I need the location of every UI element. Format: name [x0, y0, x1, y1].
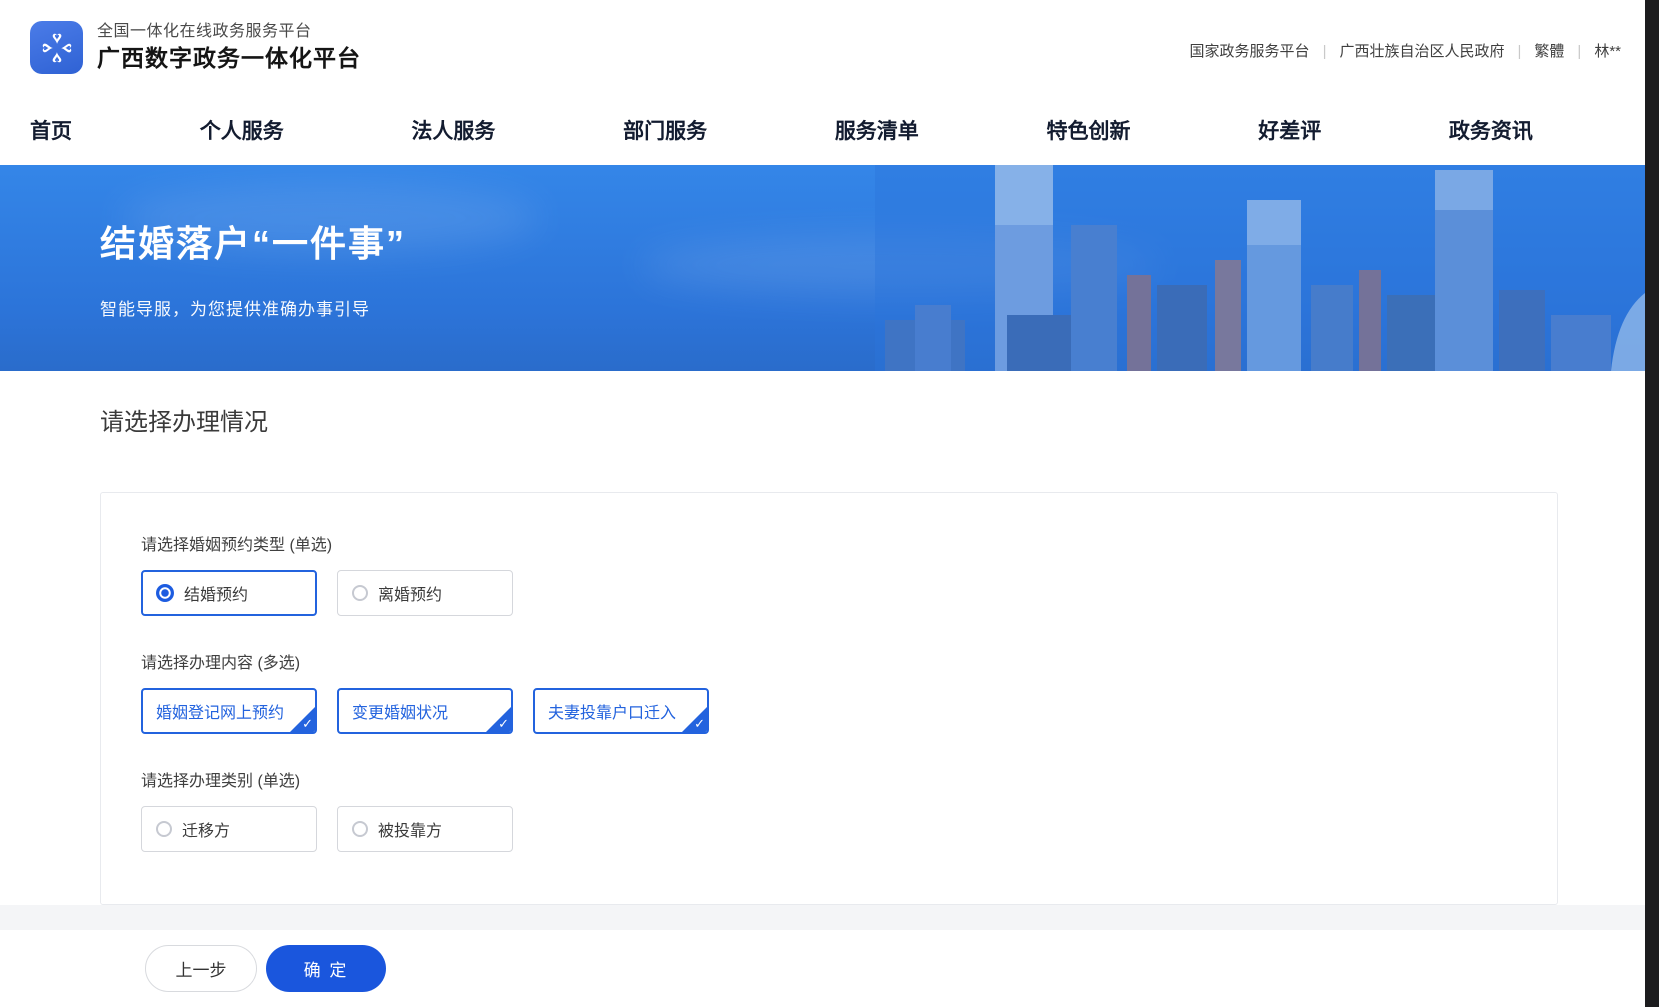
form-group-1: 请选择办理内容 (多选) 婚姻登记网上预约 ✓ 变更婚姻状况 ✓ 夫妻投靠户口迁入 ✓: [141, 649, 1517, 734]
checkbox-option[interactable]: 变更婚姻状况 ✓: [337, 688, 513, 734]
city-skyline-image: [875, 165, 1645, 371]
radio-option[interactable]: 结婚预约: [141, 570, 317, 616]
nav-item-1[interactable]: 个人服务: [200, 115, 284, 145]
top-link-1[interactable]: 广西壮族自治区人民政府: [1339, 43, 1504, 60]
group-label: 请选择婚姻预约类型 (单选): [141, 531, 1517, 555]
option-label: 迁移方: [182, 817, 230, 841]
form-group-0: 请选择婚姻预约类型 (单选) 结婚预约 离婚预约: [141, 531, 1517, 616]
previous-step-button[interactable]: 上一步: [145, 945, 257, 992]
group-label: 请选择办理内容 (多选): [141, 649, 1517, 673]
option-label: 结婚预约: [184, 581, 248, 605]
option-label: 离婚预约: [378, 581, 442, 605]
banner-text: 结婚落户“一件事” 智能导服，为您提供准确办事引导: [100, 215, 406, 320]
checkbox-option[interactable]: 婚姻登记网上预约 ✓: [141, 688, 317, 734]
svg-text:♥: ♥: [41, 45, 50, 50]
top-link-2[interactable]: 繁體: [1534, 43, 1564, 60]
svg-text:♥: ♥: [54, 54, 59, 63]
radio-selected-icon: [156, 584, 174, 602]
option-label: 被投靠方: [378, 817, 442, 841]
user-name-link[interactable]: 林**: [1594, 43, 1621, 60]
radio-option[interactable]: 被投靠方: [337, 806, 513, 852]
nav-item-4[interactable]: 服务清单: [835, 115, 919, 145]
options-row: 迁移方 被投靠方: [141, 806, 1517, 852]
confirm-button[interactable]: 确 定: [266, 945, 386, 992]
banner: 结婚落户“一件事” 智能导服，为您提供准确办事引导: [0, 165, 1645, 371]
brand[interactable]: ♥ ♥ ♥ ♥ ♥ ♥ ♥ ♥ 全国一体化在线政务服务平台 广西数字政务一体化平…: [30, 21, 361, 74]
section-heading: 请选择办理情况: [100, 402, 268, 437]
section-divider: [0, 905, 1645, 930]
banner-title: 结婚落户“一件事”: [100, 215, 406, 267]
radio-unselected-icon: [352, 821, 368, 837]
radio-unselected-icon: [352, 585, 368, 601]
link-separator: |: [1504, 43, 1534, 60]
svg-text:♥: ♥: [54, 32, 59, 41]
check-icon: ✓: [694, 716, 705, 732]
nav-item-6[interactable]: 好差评: [1258, 115, 1321, 145]
radio-option[interactable]: 迁移方: [141, 806, 317, 852]
options-row: 婚姻登记网上预约 ✓ 变更婚姻状况 ✓ 夫妻投靠户口迁入 ✓: [141, 688, 1517, 734]
brand-text: 全国一体化在线政务服务平台 广西数字政务一体化平台: [97, 23, 361, 72]
main-nav: 首页 个人服务 法人服务 部门服务 服务清单 特色创新 好差评 政务资讯: [0, 95, 1645, 165]
nav-item-2[interactable]: 法人服务: [411, 115, 495, 145]
radio-unselected-icon: [156, 821, 172, 837]
check-icon: ✓: [302, 716, 313, 732]
link-separator: |: [1310, 43, 1340, 60]
checkbox-option[interactable]: 夫妻投靠户口迁入 ✓: [533, 688, 709, 734]
nav-item-5[interactable]: 特色创新: [1047, 115, 1131, 145]
nav-item-3[interactable]: 部门服务: [623, 115, 707, 145]
top-link-0[interactable]: 国家政务服务平台: [1190, 43, 1310, 60]
link-separator: |: [1564, 43, 1594, 60]
group-label: 请选择办理类别 (单选): [141, 767, 1517, 791]
options-row: 结婚预约 离婚预约: [141, 570, 1517, 616]
platform-logo-icon: ♥ ♥ ♥ ♥ ♥ ♥ ♥ ♥: [30, 21, 83, 74]
form-group-2: 请选择办理类别 (单选) 迁移方 被投靠方: [141, 767, 1517, 852]
option-label: 变更婚姻状况: [352, 699, 448, 723]
check-icon: ✓: [498, 716, 509, 732]
option-label: 夫妻投靠户口迁入: [548, 699, 676, 723]
radio-option[interactable]: 离婚预约: [337, 570, 513, 616]
top-links: 国家政务服务平台|广西壮族自治区人民政府|繁體|林**: [1190, 40, 1621, 61]
banner-subtitle: 智能导服，为您提供准确办事引导: [100, 295, 406, 320]
svg-text:♥: ♥: [63, 45, 72, 50]
platform-name: 广西数字政务一体化平台: [97, 45, 361, 71]
selection-card: 请选择婚姻预约类型 (单选) 结婚预约 离婚预约请选择办理内容 (多选) 婚姻登记网上…: [100, 492, 1558, 905]
footer-bar: 上一步 确 定: [0, 930, 1645, 1007]
option-label: 婚姻登记网上预约: [156, 699, 284, 723]
header: ♥ ♥ ♥ ♥ ♥ ♥ ♥ ♥ 全国一体化在线政务服务平台 广西数字政务一体化平…: [0, 0, 1645, 95]
page: ♥ ♥ ♥ ♥ ♥ ♥ ♥ ♥ 全国一体化在线政务服务平台 广西数字政务一体化平…: [0, 0, 1659, 1007]
screen-edge-strip: [1645, 0, 1659, 1007]
platform-small-title: 全国一体化在线政务服务平台: [97, 23, 361, 41]
nav-item-7[interactable]: 政务资讯: [1449, 115, 1533, 145]
nav-item-0[interactable]: 首页: [30, 115, 72, 145]
